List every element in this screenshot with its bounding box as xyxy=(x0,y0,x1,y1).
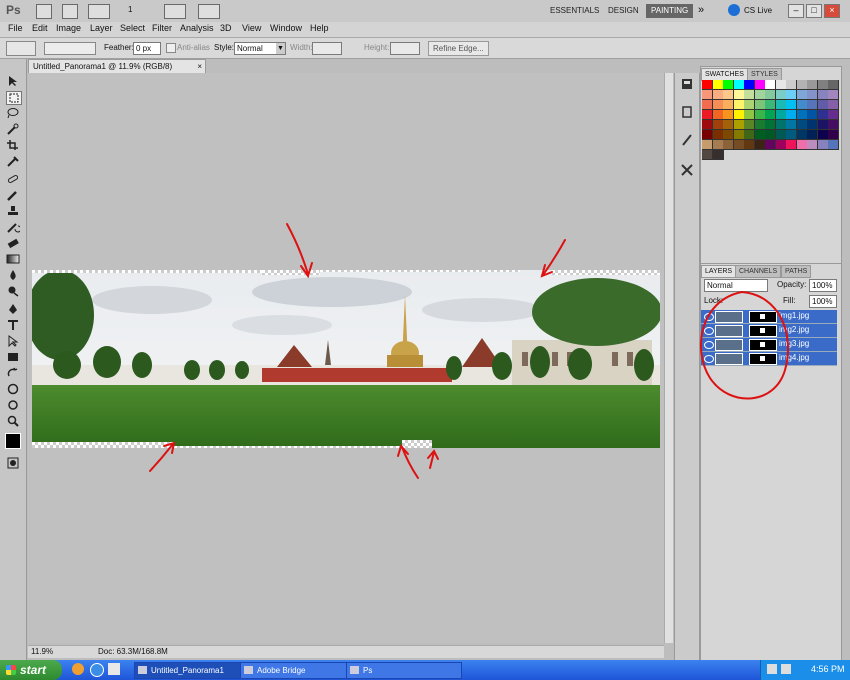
taskbar-label-bridge: Adobe Bridge xyxy=(257,666,306,675)
annotation-arrow xyxy=(149,443,174,472)
tray-icon[interactable] xyxy=(781,664,791,674)
start-label: start xyxy=(20,663,47,677)
annotation-overlay xyxy=(149,223,789,479)
bridge-icon xyxy=(244,666,253,674)
system-tray: 4:56 PM xyxy=(760,660,850,680)
taskbar-item-bridge[interactable]: Adobe Bridge xyxy=(240,662,356,679)
tray-icon[interactable] xyxy=(767,664,777,674)
start-button[interactable]: start xyxy=(0,660,62,680)
taskbar-item-ps[interactable]: Ps xyxy=(346,662,462,679)
ie-icon[interactable] xyxy=(90,663,104,677)
taskbar-label-ps: Ps xyxy=(363,666,373,675)
annotation-circle xyxy=(699,290,789,400)
annotation-arrow xyxy=(286,223,309,275)
windows-logo-icon xyxy=(6,665,16,675)
annotation-arrow xyxy=(542,239,566,276)
document-icon xyxy=(138,666,147,674)
annotation-arrow xyxy=(401,446,419,479)
firefox-icon[interactable] xyxy=(72,663,84,675)
windows-taskbar: start Untitled_Panorama1 Adobe Bridge Ps… xyxy=(0,660,850,680)
clock: 4:56 PM xyxy=(811,664,845,674)
show-desktop-icon[interactable] xyxy=(108,663,120,675)
ps-icon xyxy=(350,666,359,674)
taskbar-label-document: Untitled_Panorama1 xyxy=(151,666,224,675)
taskbar-item-photoshop-document[interactable]: Untitled_Panorama1 xyxy=(134,662,250,679)
